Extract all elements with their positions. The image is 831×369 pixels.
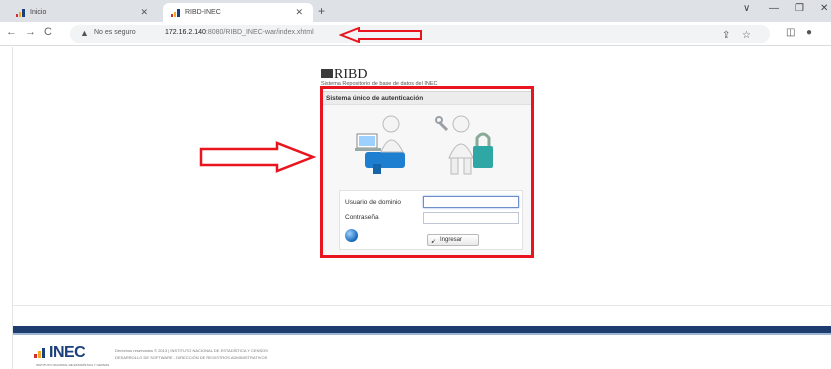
share-icon[interactable]: ⇪ <box>722 30 730 41</box>
footer-copyright: Derechos reservados © 2013 | INSTITUTO N… <box>115 347 375 361</box>
url-path: :8080/RIBD_INEC-war/index.xhtml <box>205 29 314 36</box>
dev-credit-text: DESARROLLO DE SOFTWARE - DIRECCIÓN DE RE… <box>115 355 268 360</box>
content-separator <box>13 305 831 306</box>
tab-search-icon[interactable]: ∨ <box>743 3 750 14</box>
browser-tab-strip: Inicio ✕ RIBD-INEC ✕ + ∨ — ❐ ✕ <box>0 0 831 22</box>
footer-brand-bar <box>13 326 831 333</box>
profile-icon[interactable]: ● <box>806 27 812 38</box>
sidebar-panel-icon[interactable]: ◫ <box>786 27 795 38</box>
back-arrow-icon[interactable]: ← <box>6 26 17 38</box>
footer-logo-text: INEC <box>49 344 86 361</box>
reload-icon[interactable]: C <box>44 26 52 38</box>
url-pointer-arrow-icon <box>339 27 422 43</box>
inec-favicon-icon <box>171 9 180 17</box>
security-status[interactable]: No es seguro <box>94 29 136 36</box>
new-tab-button[interactable]: + <box>318 4 325 18</box>
tab-ribd-inec[interactable]: RIBD-INEC ✕ <box>163 3 313 22</box>
close-tab-icon[interactable]: ✕ <box>295 3 303 22</box>
footer-logo-tagline: INSTITUTO NACIONAL DE ESTADÍSTICA Y CENS… <box>36 363 110 367</box>
maximize-button[interactable]: ❐ <box>795 3 804 14</box>
warning-triangle-icon[interactable]: ▲ <box>80 28 89 38</box>
close-window-button[interactable]: ✕ <box>820 3 828 14</box>
close-tab-icon[interactable]: ✕ <box>140 3 148 22</box>
url-host: 172.16.2.140 <box>165 29 206 36</box>
login-pointer-arrow-icon <box>199 141 317 173</box>
minimize-button[interactable]: — <box>769 3 779 14</box>
inec-favicon-icon <box>16 9 25 17</box>
tab-inicio[interactable]: Inicio ✕ <box>8 3 158 22</box>
url-text[interactable]: 172.16.2.140:8080/RIBD_INEC-war/index.xh… <box>165 29 314 36</box>
bookmark-star-icon[interactable]: ☆ <box>742 30 751 41</box>
tab-label: Inicio <box>30 9 47 16</box>
highlight-box <box>320 86 534 258</box>
tab-label: RIBD-INEC <box>185 9 221 16</box>
inec-bars-icon <box>34 348 45 358</box>
ribd-logo: RIBD Sistema Repositorio de base de dato… <box>321 65 437 87</box>
inec-footer-logo: INEC INSTITUTO NACIONAL DE ESTADÍSTICA Y… <box>34 344 109 367</box>
database-mark-icon <box>321 69 333 78</box>
forward-arrow-icon[interactable]: → <box>25 26 36 38</box>
footer-accent-line <box>13 333 831 335</box>
app-name: RIBD <box>334 67 368 82</box>
copyright-text: Derechos reservados © 2013 | INSTITUTO N… <box>115 348 268 353</box>
